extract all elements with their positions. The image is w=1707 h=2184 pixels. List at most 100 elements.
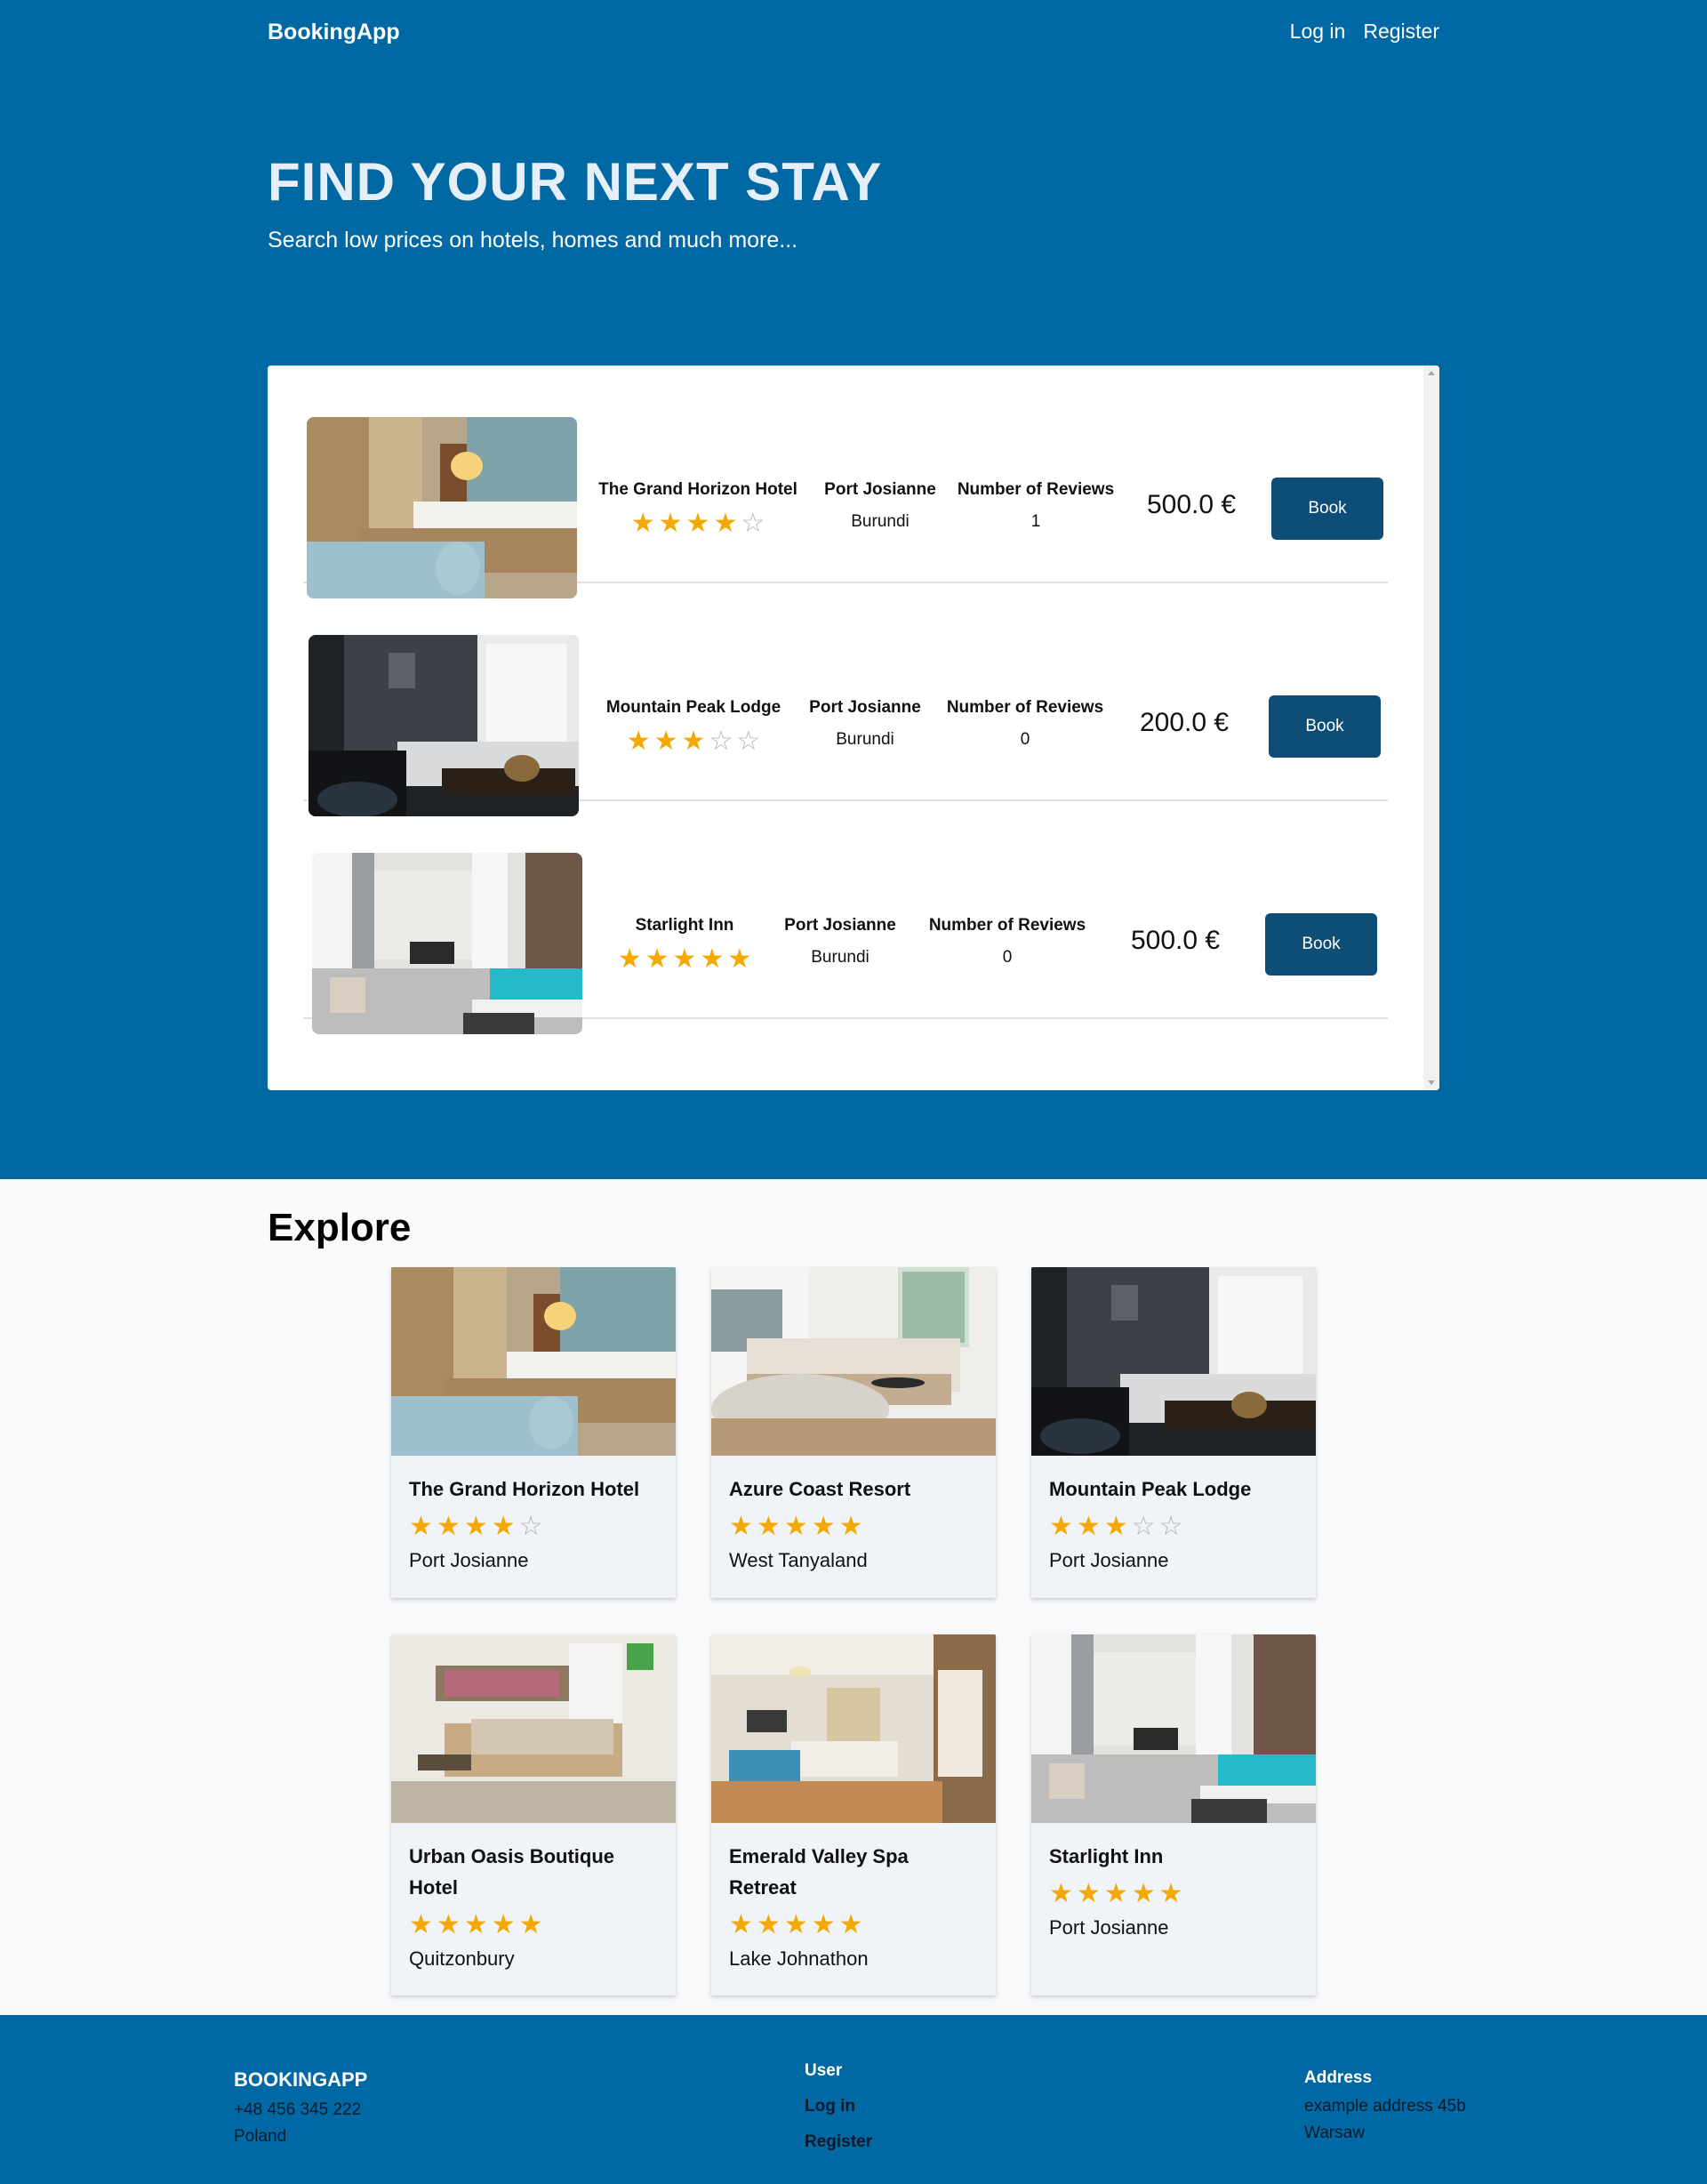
card-hotel-name: Azure Coast Resort [729,1478,911,1500]
login-link[interactable]: Log in [1290,20,1346,44]
rating-stars: ★ ★ ★ ★ ☆ [631,510,765,537]
explore-card[interactable]: Mountain Peak Lodge ★ ★ ★ ☆ ☆ Port Josianne [1031,1267,1316,1598]
hotel-country: Burundi [811,948,870,967]
hotel-city: Port Josianne [809,698,921,717]
explore-card[interactable]: Starlight Inn ★ ★ ★ ★ ★ Port Josianne [1031,1634,1316,1995]
footer: BOOKINGAPP +48 456 345 222 Poland User L… [0,2015,1707,2184]
results-scrollbar[interactable] [1423,365,1439,1090]
book-button[interactable]: Book [1269,695,1381,758]
reviews-count: 0 [1020,730,1030,749]
scroll-up-arrow-icon[interactable] [1428,371,1435,375]
star-filled-icon: ★ [653,727,678,756]
star-filled-icon: ★ [811,1512,836,1541]
book-button[interactable]: Book [1271,478,1383,540]
star-filled-icon: ★ [700,944,725,974]
card-hotel-name: Emerald Valley Spa Retreat [729,1845,909,1899]
star-filled-icon: ★ [617,944,642,974]
hotel-name[interactable]: Mountain Peak Lodge [605,698,782,718]
reviews-count: 0 [1002,948,1013,967]
star-filled-icon: ★ [1103,1879,1128,1908]
reviews-label: Number of Reviews [928,916,1086,935]
rating-stars: ★ ★ ★ ☆ ☆ [627,728,761,755]
star-filled-icon: ★ [463,1910,488,1939]
star-filled-icon: ★ [1131,1879,1156,1908]
hotel-photo [711,1267,996,1456]
card-city: Port Josianne [409,1549,529,1571]
star-filled-icon: ★ [409,1512,433,1541]
hotel-photo [391,1634,676,1823]
star-filled-icon: ★ [838,1512,863,1541]
rating-stars: ★ ★ ★ ☆ ☆ [1049,1514,1183,1540]
hotel-city: Port Josianne [784,916,896,935]
rating-stars: ★ ★ ★ ★ ★ [409,1912,543,1939]
footer-address-heading: Address [1304,2068,1373,2087]
book-button[interactable]: Book [1265,913,1377,976]
star-filled-icon: ★ [681,727,706,756]
price: 200.0 € [1140,708,1230,737]
footer-login-link[interactable]: Log in [805,2097,855,2116]
explore-card[interactable]: The Grand Horizon Hotel ★ ★ ★ ★ ☆ Port Josia… [391,1267,676,1598]
card-city: Lake Johnathon [729,1947,869,1970]
star-filled-icon: ★ [1049,1879,1073,1908]
location-col: Port Josianne Burundi [822,480,938,532]
star-filled-icon: ★ [630,509,655,538]
location-col: Port Josianne Burundi [807,698,923,750]
star-filled-icon: ★ [626,727,651,756]
card-rating: ★ ★ ★ ★ ★ [711,1903,996,1939]
star-filled-icon: ★ [436,1512,461,1541]
hotel-photo [312,853,582,1034]
card-city: Port Josianne [1049,1916,1169,1939]
explore-card[interactable]: Urban Oasis Boutique Hotel ★ ★ ★ ★ ★ Quitzon… [391,1634,676,1995]
rating-stars: ★ ★ ★ ★ ☆ [409,1514,543,1540]
star-filled-icon: ★ [436,1910,461,1939]
explore-card[interactable]: Emerald Valley Spa Retreat ★ ★ ★ ★ ★ Lake Jo… [711,1634,996,1995]
star-filled-icon: ★ [518,1910,543,1939]
star-filled-icon: ★ [729,1910,753,1939]
star-empty-icon: ☆ [518,1512,543,1541]
star-filled-icon: ★ [727,944,752,974]
star-filled-icon: ★ [463,1512,488,1541]
hotel-country: Burundi [851,512,910,531]
star-filled-icon: ★ [1076,1512,1101,1541]
footer-register-link[interactable]: Register [805,2132,872,2152]
hotel-photo [309,635,579,816]
footer-country: Poland [234,2127,287,2146]
footer-user-heading: User [805,2061,843,2080]
price: 500.0 € [1147,490,1237,519]
hotel-photo [391,1267,676,1456]
hotel-name-col: The Grand Horizon Hotel ★ ★ ★ ★ ☆ [596,480,800,537]
star-filled-icon: ★ [1103,1512,1128,1541]
reviews-label: Number of Reviews [946,698,1104,717]
scroll-down-arrow-icon[interactable] [1428,1080,1435,1085]
card-city: West Tanyaland [729,1549,868,1571]
card-hotel-name: Urban Oasis Boutique Hotel [409,1845,615,1899]
card-hotel-name: Mountain Peak Lodge [1049,1478,1252,1500]
star-filled-icon: ★ [491,1512,516,1541]
card-rating: ★ ★ ★ ★ ★ [391,1903,676,1939]
star-filled-icon: ★ [491,1910,516,1939]
star-filled-icon: ★ [685,509,710,538]
card-hotel-name: Starlight Inn [1049,1845,1164,1867]
search-results-panel: The Grand Horizon Hotel ★ ★ ★ ★ ☆ Port Josia… [268,365,1439,1090]
hotel-name[interactable]: Starlight Inn [605,916,765,935]
hero-section: BookingApp Log in Register FIND YOUR NEX… [0,0,1707,1179]
star-empty-icon: ☆ [741,509,765,538]
star-empty-icon: ☆ [1131,1512,1156,1541]
reviews-col: Number of Reviews 1 [951,480,1120,532]
rating-stars: ★ ★ ★ ★ ★ [729,1912,863,1939]
card-rating: ★ ★ ★ ★ ☆ [391,1505,676,1540]
hotel-name[interactable]: The Grand Horizon Hotel [596,480,800,500]
top-nav: Log in Register [1290,20,1439,44]
register-link[interactable]: Register [1363,20,1439,44]
footer-city: Warsaw [1304,2124,1365,2142]
star-filled-icon: ★ [645,944,669,974]
brand-logo[interactable]: BookingApp [268,20,400,45]
reviews-label: Number of Reviews [957,480,1115,499]
hotel-name-col: Mountain Peak Lodge ★ ★ ★ ☆ ☆ [605,698,782,755]
hotel-name-col: Starlight Inn ★ ★ ★ ★ ★ [605,916,765,973]
explore-card[interactable]: Azure Coast Resort ★ ★ ★ ★ ★ West Tanyaland [711,1267,996,1598]
card-rating: ★ ★ ★ ★ ★ [711,1505,996,1540]
star-filled-icon: ★ [1049,1512,1073,1541]
reviews-col: Number of Reviews 0 [941,698,1110,750]
card-rating: ★ ★ ★ ★ ★ [1031,1872,1316,1907]
